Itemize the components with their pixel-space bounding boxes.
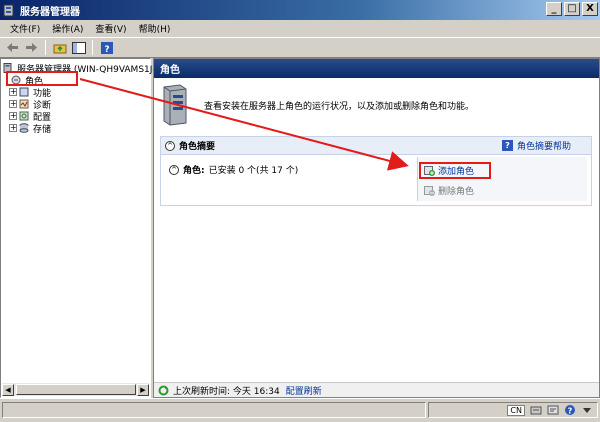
roles-count-row: ^ 角色: 已安装 0 个(共 17 个) (169, 163, 298, 176)
menu-help[interactable]: 帮助(H) (133, 22, 177, 35)
help-icon: ? (501, 140, 513, 151)
toolbar-separator (45, 40, 46, 55)
configure-refresh-link[interactable]: 配置刷新 (286, 384, 322, 397)
window-controls: _ □ X (546, 2, 598, 16)
tree-horizontal-scrollbar[interactable]: ◀ ▶ (2, 383, 149, 396)
back-arrow-icon (7, 43, 18, 52)
svg-text:?: ? (104, 45, 109, 54)
refresh-status-bar: 上次刷新时间: 今天 16:34 配置刷新 (154, 382, 599, 397)
add-roles-link[interactable]: 添加角色 (419, 162, 491, 179)
features-icon (19, 87, 29, 97)
roles-summary-header: ^ 角色摘要 ? 角色摘要帮助 (161, 137, 591, 155)
pane-header: 角色 (154, 59, 599, 78)
show-hide-tree-button[interactable] (70, 40, 87, 56)
roles-description: 查看安装在服务器上角色的运行状况，以及添加或删除角色和功能。 (158, 81, 595, 129)
menu-bar: 文件(F) 操作(A) 查看(V) 帮助(H) (0, 20, 600, 38)
expand-icon[interactable]: + (9, 124, 17, 132)
highlight-box-roles (6, 71, 78, 86)
tree-item-storage[interactable]: + 存储 (9, 122, 52, 135)
last-refresh-text: 上次刷新时间: 今天 16:34 (173, 386, 280, 397)
help-button[interactable]: ? (98, 40, 115, 56)
configuration-icon (19, 111, 29, 121)
help-link-label: 角色摘要帮助 (516, 142, 571, 152)
up-level-button[interactable] (51, 40, 68, 56)
title-bar: 服务器管理器 _ □ X (0, 0, 600, 20)
expand-icon[interactable]: + (9, 112, 17, 120)
menu-action[interactable]: 操作(A) (46, 22, 89, 35)
menu-file[interactable]: 文件(F) (4, 22, 46, 35)
description-text: 查看安装在服务器上角色的运行状况，以及添加或删除角色和功能。 (204, 101, 475, 112)
language-bar-icon[interactable] (547, 404, 559, 416)
remove-roles-label: 删除角色 (438, 187, 475, 197)
window-title: 服务器管理器 (20, 6, 80, 18)
server-manager-icon (3, 4, 14, 16)
remove-roles-link[interactable]: 删除角色 (424, 184, 581, 197)
console-tree: 服务器管理器 (WIN-QH9VAMS1J4 角色 + 功能 + 诊断 + 配置… (0, 58, 158, 398)
main-pane: 角色 查看安装在服务器上角色的运行状况，以及添加或删除角色和功能。 ^ 角色摘要… (153, 58, 600, 398)
expand-icon[interactable]: + (9, 88, 17, 96)
roles-summary-title: 角色摘要 (179, 142, 216, 152)
remove-roles-icon (424, 186, 435, 196)
refresh-icon (158, 385, 169, 395)
minimize-button[interactable]: _ (546, 2, 562, 16)
roles-count-label: 角色: (183, 166, 205, 176)
roles-summary-help-link[interactable]: ? 角色摘要帮助 (501, 139, 571, 152)
forward-button[interactable] (23, 40, 40, 56)
diagnostics-icon (19, 99, 29, 109)
tree-item-configuration[interactable]: + 配置 (9, 110, 51, 123)
tree-item-features[interactable]: + 功能 (9, 86, 51, 99)
tree-item-diagnostics[interactable]: + 诊断 (9, 98, 51, 111)
status-panel (2, 402, 426, 418)
toolbar-separator (92, 40, 93, 55)
scroll-right-button[interactable]: ▶ (137, 383, 149, 396)
roles-count-value: 已安装 0 个(共 17 个) (208, 166, 299, 176)
svg-text:?: ? (568, 407, 573, 416)
console-tree-icon (71, 41, 86, 54)
server-tower-icon (163, 84, 187, 126)
roles-summary-section: ^ 角色摘要 ? 角色摘要帮助 ^ 角色: 已安装 0 个(共 17 个) 添加… (160, 136, 592, 206)
tree-item-label: 存储 (33, 124, 52, 135)
help-tray-icon[interactable]: ? (564, 404, 576, 416)
ime-tool-icon[interactable] (530, 404, 542, 416)
add-roles-icon (424, 166, 435, 176)
collapse-icon[interactable]: ^ (165, 140, 175, 151)
storage-icon (19, 123, 29, 133)
ime-indicator[interactable]: CN (507, 404, 525, 416)
back-button[interactable] (4, 40, 21, 56)
forward-arrow-icon (26, 43, 37, 52)
system-tray: CN ? (428, 402, 598, 418)
collapse-icon[interactable]: ^ (169, 164, 179, 175)
roles-actions-panel: 添加角色 删除角色 (417, 157, 587, 201)
scroll-left-button[interactable]: ◀ (2, 383, 14, 396)
expand-icon[interactable]: + (9, 100, 17, 108)
window-status-bar: CN ? (0, 398, 600, 422)
add-roles-label: 添加角色 (438, 167, 475, 177)
options-dropdown-icon[interactable] (581, 404, 593, 416)
menu-view[interactable]: 查看(V) (89, 22, 132, 35)
scroll-thumb[interactable] (15, 384, 136, 395)
toolbar: ? (0, 38, 600, 58)
folder-up-icon (53, 44, 66, 53)
maximize-button[interactable]: □ (564, 2, 580, 16)
close-button[interactable]: X (582, 2, 598, 16)
help-icon: ? (100, 41, 113, 54)
